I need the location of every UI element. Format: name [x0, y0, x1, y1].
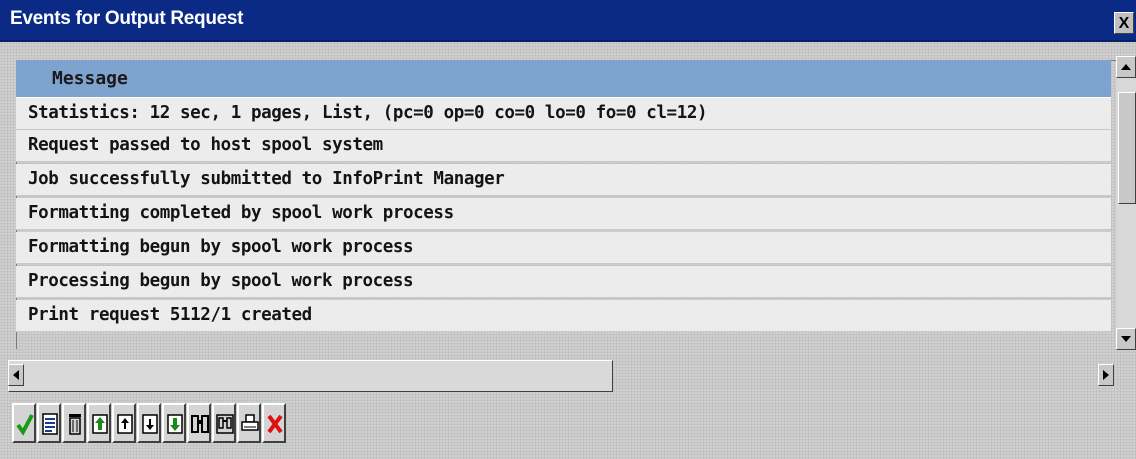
window-title: Events for Output Request — [10, 8, 244, 29]
message-text: Statistics: 12 sec, 1 pages, List, (pc=0… — [28, 103, 708, 123]
triangle-right-icon — [1103, 370, 1109, 380]
find-next-icon — [216, 414, 234, 434]
next-page-icon — [142, 414, 158, 434]
scroll-right-button[interactable] — [1098, 364, 1114, 386]
dialog-window: Events for Output Request X Message Stat… — [0, 0, 1136, 459]
print-button[interactable] — [237, 403, 261, 443]
triangle-left-icon — [13, 370, 19, 380]
close-button[interactable]: X — [1114, 12, 1134, 34]
message-text: Print request 5112/1 created — [28, 305, 312, 325]
title-bar: Events for Output Request X — [0, 0, 1136, 42]
message-text: Job successfully submitted to InfoPrint … — [28, 169, 505, 189]
scroll-down-button[interactable] — [1116, 328, 1136, 350]
next-page-button[interactable] — [137, 403, 161, 443]
cancel-icon — [267, 414, 283, 434]
vertical-scroll-thumb[interactable] — [1118, 92, 1136, 204]
list-item[interactable]: Formatting completed by spool work proce… — [16, 198, 1111, 230]
list-item[interactable]: Print request 5112/1 created — [16, 300, 1111, 332]
message-text: Formatting completed by spool work proce… — [28, 203, 454, 223]
find-icon — [191, 415, 209, 433]
cancel-button[interactable] — [262, 403, 286, 443]
list-item[interactable]: Job successfully submitted to InfoPrint … — [16, 164, 1111, 196]
confirm-button[interactable] — [12, 403, 36, 443]
delete-icon — [69, 414, 81, 435]
triangle-up-icon — [1121, 64, 1131, 70]
first-page-button[interactable] — [87, 403, 111, 443]
list-item[interactable]: Request passed to host spool system — [16, 130, 1111, 162]
print-icon — [241, 414, 259, 431]
checkmark-icon — [16, 414, 34, 436]
details-button[interactable] — [37, 403, 61, 443]
triangle-down-icon — [1121, 336, 1131, 342]
column-header-message[interactable]: Message — [16, 60, 1111, 98]
horizontal-scroll-thumb[interactable] — [8, 360, 613, 392]
delete-button[interactable] — [62, 403, 86, 443]
message-text: Formatting begun by spool work process — [28, 237, 414, 257]
scroll-left-button[interactable] — [8, 364, 24, 386]
column-header-label: Message — [52, 68, 128, 89]
scroll-up-button[interactable] — [1116, 56, 1136, 78]
first-page-icon — [92, 414, 108, 434]
list-item[interactable]: Processing begun by spool work process — [16, 266, 1111, 298]
find-next-button[interactable] — [212, 403, 236, 443]
previous-page-button[interactable] — [112, 403, 136, 443]
detail-list-icon — [42, 413, 58, 435]
last-page-button[interactable] — [162, 403, 186, 443]
previous-page-icon — [117, 414, 133, 434]
message-text: Request passed to host spool system — [28, 135, 383, 155]
message-text: Processing begun by spool work process — [28, 271, 414, 291]
last-page-icon — [167, 414, 183, 434]
list-item[interactable]: Statistics: 12 sec, 1 pages, List, (pc=0… — [16, 98, 1111, 130]
list-item[interactable]: Formatting begun by spool work process — [16, 232, 1111, 264]
find-button[interactable] — [187, 403, 211, 443]
